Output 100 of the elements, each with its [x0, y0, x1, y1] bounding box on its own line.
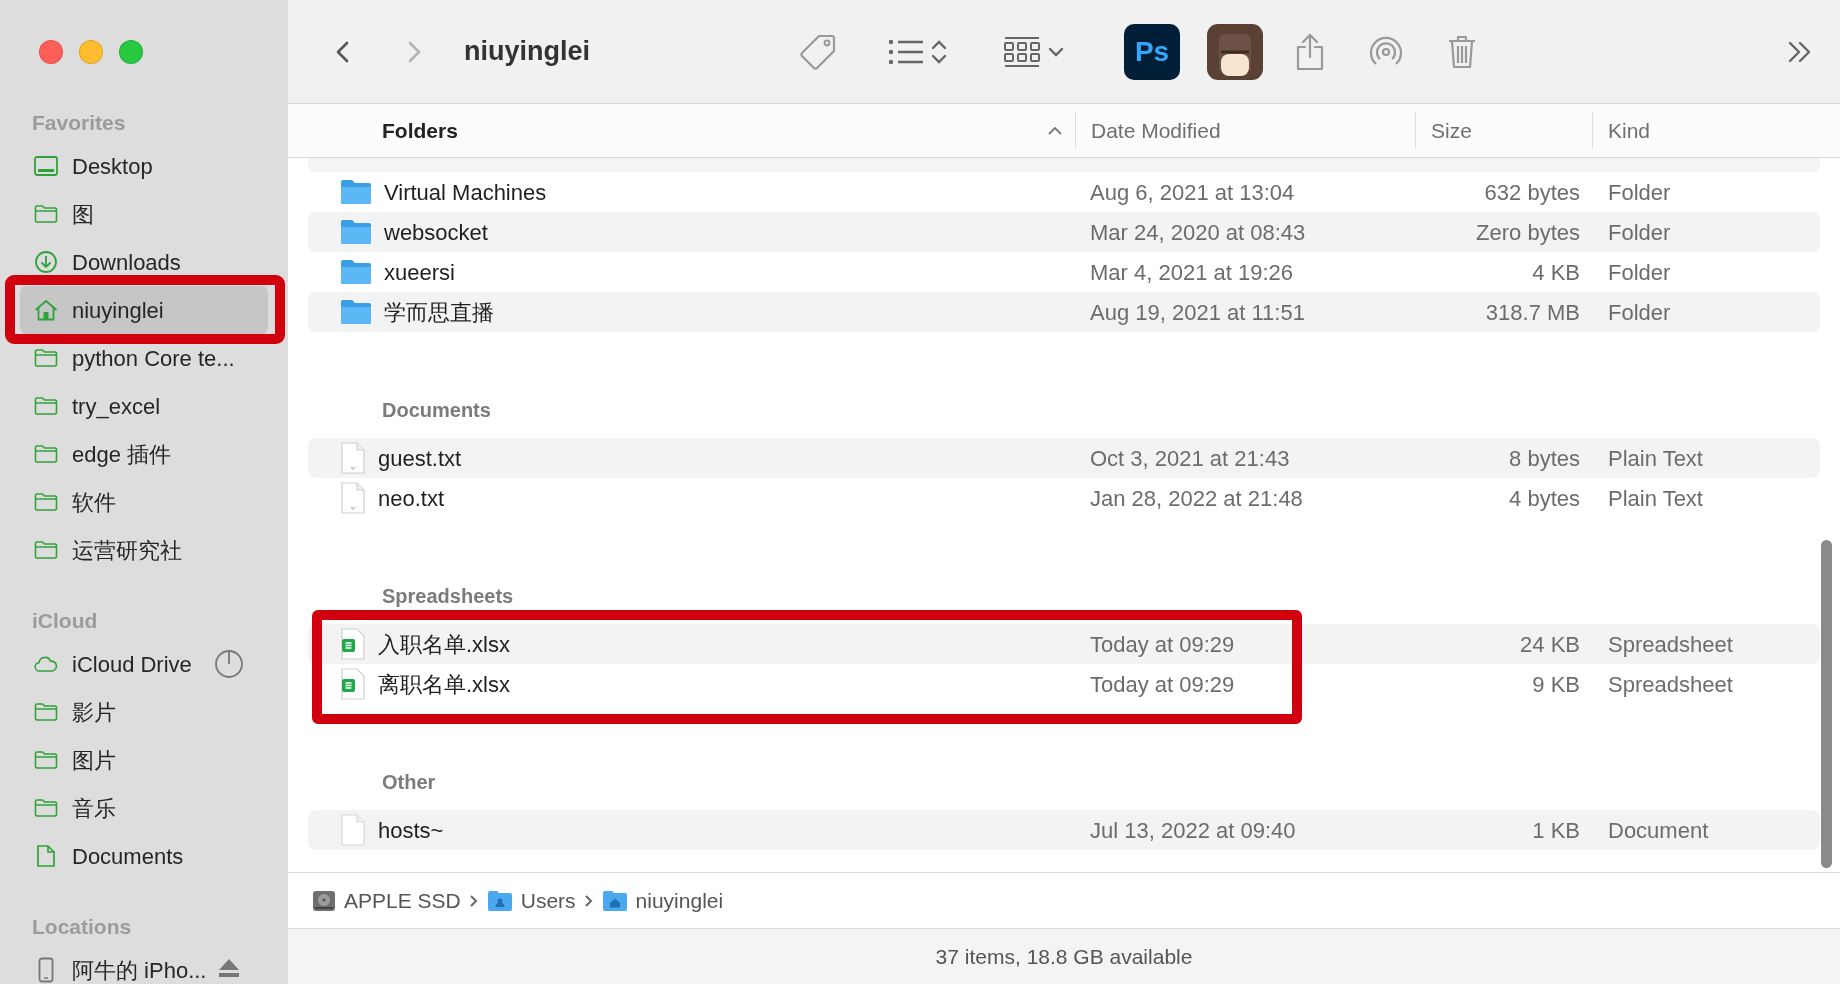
- sidebar-item[interactable]: 图片: [20, 736, 268, 784]
- spreadsheet-file-icon: [340, 668, 366, 700]
- group-title: Documents: [382, 398, 491, 423]
- file-kind: Folder: [1608, 219, 1671, 245]
- column-header[interactable]: Date Modified: [1075, 112, 1415, 149]
- file-kind: Spreadsheet: [1608, 671, 1733, 697]
- document-file-icon: [340, 814, 366, 846]
- folder-icon: [34, 750, 58, 770]
- chevron-icon: [468, 893, 479, 908]
- double-chevron-icon: [1787, 40, 1813, 63]
- sidebar-item[interactable]: 运营研究社: [20, 526, 268, 574]
- text-file-icon: [340, 442, 366, 474]
- folder-icon: [34, 492, 58, 512]
- sidebar-item[interactable]: python Core te...: [20, 334, 268, 382]
- path-item[interactable]: APPLE SSD: [344, 884, 461, 917]
- date-modified: Aug 19, 2021 at 11:51: [1090, 299, 1305, 325]
- date-modified: Aug 6, 2021 at 13:04: [1090, 179, 1295, 205]
- caret-icon: [1047, 45, 1065, 58]
- cloud-icon: [34, 655, 58, 673]
- file-name: xueersi: [384, 258, 455, 287]
- minimize-button[interactable]: [79, 40, 103, 64]
- app-icon: [1207, 23, 1263, 80]
- path-item[interactable]: niuyinglei: [635, 884, 724, 917]
- column-header[interactable]: Folders: [308, 112, 1075, 149]
- file-size: 9 KB: [1532, 671, 1580, 697]
- folder-icon: [340, 219, 372, 245]
- date-modified: Today at 09:29: [1090, 671, 1235, 697]
- sidebar-item[interactable]: edge 插件: [20, 430, 268, 478]
- table-row[interactable]: 离职名单.xlsx Today at 09:29 9 KB Spreadsheet: [308, 664, 1820, 704]
- file-name: guest.txt: [378, 444, 462, 473]
- table-row[interactable]: neo.txt Jan 28, 2022 at 21:48 4 bytes Plain Text: [308, 478, 1820, 518]
- folder-icon: [34, 798, 58, 818]
- folder-icon: [34, 540, 58, 560]
- file-size: 318.7 MB: [1485, 299, 1580, 325]
- sync-progress-icon: [214, 649, 244, 679]
- folder-icon: [34, 348, 58, 368]
- sidebar-section-title: Locations: [32, 914, 132, 941]
- folder-icon: [340, 179, 372, 205]
- sidebar-item[interactable]: Documents: [20, 832, 268, 880]
- grid-icon: [1003, 35, 1041, 68]
- sidebar-item[interactable]: niuyinglei: [20, 286, 268, 334]
- file-name: hosts~: [378, 816, 444, 845]
- chevron-icon: [583, 893, 594, 908]
- folder-icon: [34, 204, 58, 224]
- group-title: Spreadsheets: [382, 584, 514, 609]
- folder-icon: [34, 396, 58, 416]
- column-header[interactable]: Kind: [1592, 112, 1820, 149]
- scroll-bar[interactable]: [1821, 540, 1832, 868]
- column-header[interactable]: Size: [1415, 112, 1592, 149]
- file-name: Virtual Machines: [384, 178, 547, 207]
- file-kind: Folder: [1608, 299, 1671, 325]
- file-size: 632 bytes: [1484, 179, 1580, 205]
- table-row[interactable]: Virtual Machines Aug 6, 2021 at 13:04 632 bytes Folder: [308, 172, 1820, 212]
- share-icon: [1295, 32, 1325, 71]
- sidebar-item[interactable]: 软件: [20, 478, 268, 526]
- date-modified: Today at 09:29: [1090, 631, 1235, 657]
- file-kind: Spreadsheet: [1608, 631, 1733, 657]
- group-title: Other: [382, 770, 436, 795]
- date-modified: Mar 24, 2020 at 08:43: [1090, 219, 1306, 245]
- sidebar-item[interactable]: 影片: [20, 688, 268, 736]
- sidebar-section-title: iCloud: [32, 608, 98, 635]
- trash-icon: [1447, 33, 1477, 70]
- file-size: Zero bytes: [1476, 219, 1580, 245]
- file-name: 学而思直播: [384, 298, 494, 327]
- table-row[interactable]: 入职名单.xlsx Today at 09:29 24 KB Spreadsheet: [308, 624, 1820, 664]
- sidebar-item[interactable]: Desktop: [20, 142, 268, 190]
- phone-icon: [38, 957, 54, 983]
- sidebar-item[interactable]: 图: [20, 190, 268, 238]
- close-button[interactable]: [39, 40, 63, 64]
- sidebar-item[interactable]: iCloud Drive: [20, 640, 268, 688]
- sidebar-item[interactable]: try_excel: [20, 382, 268, 430]
- table-row[interactable]: xueersi Mar 4, 2021 at 19:26 4 KB Folder: [308, 252, 1820, 292]
- date-modified: Oct 3, 2021 at 21:43: [1090, 445, 1290, 471]
- eject-icon[interactable]: [218, 958, 240, 978]
- users-folder-icon: [486, 889, 513, 912]
- status-text: 37 items, 18.8 GB available: [935, 943, 1193, 970]
- file-name: 离职名单.xlsx: [378, 670, 510, 699]
- table-row[interactable]: 学而思直播 Aug 19, 2021 at 11:51 318.7 MB Folder: [308, 292, 1820, 332]
- file-kind: Plain Text: [1608, 485, 1703, 511]
- file-kind: Document: [1608, 817, 1709, 843]
- path-item[interactable]: Users: [520, 884, 576, 917]
- app-button[interactable]: [1207, 23, 1263, 80]
- file-size: 4 bytes: [1509, 485, 1580, 511]
- table-row[interactable]: websocket Mar 24, 2020 at 08:43 Zero bytes Folder: [308, 212, 1820, 252]
- date-modified: Jul 13, 2022 at 09:40: [1090, 817, 1296, 843]
- document-icon: [36, 844, 56, 868]
- folder-icon: [340, 299, 372, 325]
- home-icon: [34, 299, 58, 321]
- folder-icon: [340, 259, 372, 285]
- file-kind: Folder: [1608, 259, 1671, 285]
- table-row[interactable]: guest.txt Oct 3, 2021 at 21:43 8 bytes Plain Text: [308, 438, 1820, 478]
- photoshop-button[interactable]: Ps: [1124, 23, 1180, 80]
- sidebar-item[interactable]: 阿牛的 iPho...: [20, 946, 268, 984]
- file-size: 1 KB: [1532, 817, 1580, 843]
- zoom-button[interactable]: [119, 40, 143, 64]
- folder-icon: [34, 444, 58, 464]
- sidebar-item[interactable]: Downloads: [20, 238, 268, 286]
- sidebar-section-title: Favorites: [32, 110, 126, 137]
- sidebar-item[interactable]: 音乐: [20, 784, 268, 832]
- table-row[interactable]: hosts~ Jul 13, 2022 at 09:40 1 KB Document: [308, 810, 1820, 850]
